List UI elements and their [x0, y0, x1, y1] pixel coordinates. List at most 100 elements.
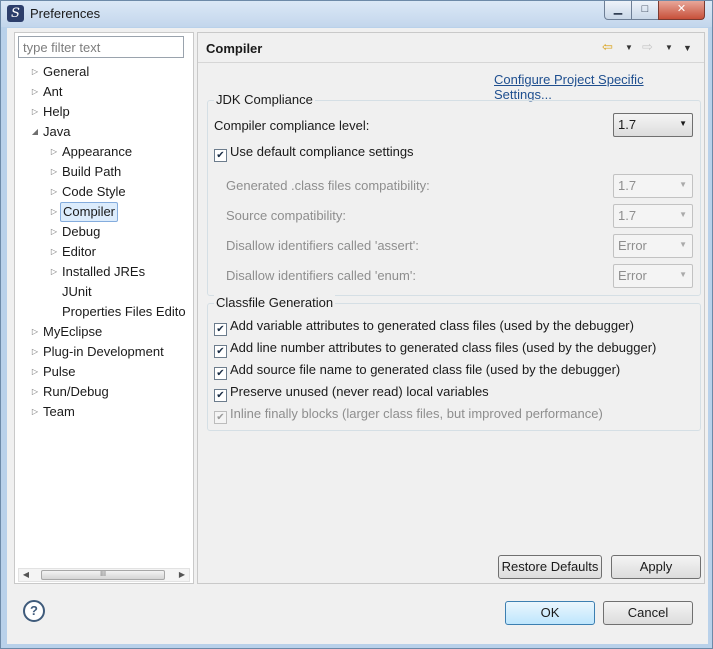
classfile-option-label: Add line number attributes to generated …: [230, 340, 657, 355]
page-header: Compiler ⇦ ▼ ⇨ ▼ ▼: [198, 33, 704, 63]
use-default-compliance-label: Use default compliance settings: [230, 144, 414, 159]
apply-button[interactable]: Apply: [611, 555, 701, 579]
preference-tree-panel: ▷General▷Ant▷Help◢Java▷Appearance▷Build …: [14, 32, 194, 584]
scroll-right-arrow-icon[interactable]: ▶: [175, 569, 189, 581]
view-menu-icon[interactable]: ▼: [683, 43, 692, 53]
checkbox-icon: ✔: [214, 323, 227, 336]
filter-input[interactable]: [18, 36, 184, 58]
tree-item-plug-in-development[interactable]: ▷ Plug-in Development: [29, 342, 166, 362]
chevron-down-icon: ▼: [679, 210, 687, 219]
jdk-setting-label: Source compatibility:: [226, 208, 346, 223]
window-title: Preferences: [30, 6, 101, 21]
tree-item-label: Java: [43, 123, 71, 139]
tree-item-java[interactable]: ◢ Java: [29, 122, 72, 142]
tree-item-code-style[interactable]: ▷ Code Style: [48, 182, 128, 202]
tree-item-editor[interactable]: ▷ Editor: [48, 242, 98, 262]
classfile-option-checkbox[interactable]: ✔ Add line number attributes to generated…: [214, 340, 656, 358]
checkbox-icon: ✔: [214, 411, 227, 424]
tree-item-label: Debug: [62, 223, 101, 239]
collapsed-arrow-icon[interactable]: ▷: [48, 143, 60, 161]
tree-item-appearance[interactable]: ▷ Appearance: [48, 142, 134, 162]
tree-item-general[interactable]: ▷ General: [29, 62, 91, 82]
jdk-setting-value: Error: [618, 238, 647, 253]
compliance-level-select[interactable]: 1.7 ▼: [613, 113, 693, 137]
tree-item-label: General: [43, 63, 90, 79]
tree-item-label: Compiler: [60, 202, 119, 222]
classfile-option-label: Preserve unused (never read) local varia…: [230, 384, 489, 399]
maximize-button[interactable]: □: [631, 1, 659, 20]
collapsed-arrow-icon[interactable]: ▷: [29, 103, 41, 121]
configure-project-settings-link[interactable]: Configure Project Specific Settings...: [494, 72, 704, 102]
tree-item-label: Appearance: [62, 143, 133, 159]
collapsed-arrow-icon[interactable]: ▷: [48, 203, 60, 221]
collapsed-arrow-icon[interactable]: ▷: [48, 163, 60, 181]
collapsed-arrow-icon[interactable]: ▷: [48, 263, 60, 281]
minimize-button[interactable]: ▁: [604, 1, 632, 20]
title-bar[interactable]: S Preferences ▁ □ ✕: [1, 1, 712, 27]
jdk-setting-label: Disallow identifiers called 'enum':: [226, 268, 416, 283]
help-icon[interactable]: ?: [23, 600, 45, 622]
tree-item-team[interactable]: ▷ Team: [29, 402, 77, 422]
classfile-option-label: Inline finally blocks (larger class file…: [230, 406, 603, 421]
jdk-setting-label: Generated .class files compatibility:: [226, 178, 430, 193]
restore-defaults-button[interactable]: Restore Defaults: [498, 555, 602, 579]
collapsed-arrow-icon[interactable]: ▷: [48, 183, 60, 201]
expanded-arrow-icon[interactable]: ◢: [29, 123, 41, 141]
tree-item-pulse[interactable]: ▷ Pulse: [29, 362, 78, 382]
forward-arrow-icon[interactable]: ⇨: [642, 39, 653, 55]
classfile-option-checkbox[interactable]: ✔ Add variable attributes to generated cl…: [214, 318, 634, 336]
back-history-dropdown-icon[interactable]: ▼: [625, 43, 633, 52]
jdk-setting-value: 1.7: [618, 178, 637, 193]
tree-item-properties-files-edito[interactable]: Properties Files Edito: [48, 302, 188, 322]
compliance-level-value: 1.7: [618, 117, 637, 132]
collapsed-arrow-icon[interactable]: ▷: [48, 243, 60, 261]
tree-item-installed-jres[interactable]: ▷ Installed JREs: [48, 262, 147, 282]
tree-item-build-path[interactable]: ▷ Build Path: [48, 162, 123, 182]
tree-item-label: Team: [43, 403, 75, 419]
tree-item-label: Build Path: [62, 163, 122, 179]
close-button[interactable]: ✕: [658, 1, 705, 20]
chevron-down-icon: ▼: [679, 240, 687, 249]
ok-button[interactable]: OK: [505, 601, 595, 625]
tree-item-run-debug[interactable]: ▷ Run/Debug: [29, 382, 111, 402]
collapsed-arrow-icon[interactable]: ▷: [29, 83, 41, 101]
horizontal-scrollbar[interactable]: ◀ III ▶: [18, 568, 190, 582]
tree-item-junit[interactable]: JUnit: [48, 282, 94, 302]
forward-history-dropdown-icon[interactable]: ▼: [665, 43, 673, 52]
classfile-option-checkbox[interactable]: ✔ Preserve unused (never read) local vari…: [214, 384, 489, 402]
jdk-setting-value: Error: [618, 268, 647, 283]
classfile-option-label: Add variable attributes to generated cla…: [230, 318, 634, 333]
tree-item-debug[interactable]: ▷ Debug: [48, 222, 102, 242]
collapsed-arrow-icon[interactable]: ▷: [29, 343, 41, 361]
classfile-option-label: Add source file name to generated class …: [230, 362, 621, 377]
tree-item-label: Installed JREs: [62, 263, 146, 279]
tree-item-compiler[interactable]: ▷ Compiler: [48, 202, 119, 222]
classfile-option-checkbox[interactable]: ✔ Add source file name to generated class…: [214, 362, 620, 380]
jdk-setting-select[interactable]: Error ▼: [613, 234, 693, 258]
collapsed-arrow-icon[interactable]: ▷: [48, 223, 60, 241]
preferences-window: S Preferences ▁ □ ✕ ▷General▷Ant▷Help◢Ja…: [0, 0, 713, 649]
jdk-setting-value: 1.7: [618, 208, 637, 223]
use-default-compliance-checkbox[interactable]: ✔ Use default compliance settings: [214, 144, 414, 162]
collapsed-arrow-icon[interactable]: ▷: [29, 63, 41, 81]
collapsed-arrow-icon[interactable]: ▷: [29, 323, 41, 341]
jdk-setting-select[interactable]: 1.7 ▼: [613, 204, 693, 228]
back-arrow-icon[interactable]: ⇦: [602, 39, 613, 55]
tree-item-ant[interactable]: ▷ Ant: [29, 82, 65, 102]
collapsed-arrow-icon[interactable]: ▷: [29, 403, 41, 421]
classfile-generation-title: Classfile Generation: [214, 295, 336, 310]
scroll-left-arrow-icon[interactable]: ◀: [19, 569, 33, 581]
tree-item-help[interactable]: ▷ Help: [29, 102, 72, 122]
tree-item-label: Run/Debug: [43, 383, 109, 399]
jdk-setting-select[interactable]: 1.7 ▼: [613, 174, 693, 198]
cancel-button[interactable]: Cancel: [603, 601, 693, 625]
scroll-thumb[interactable]: III: [41, 570, 165, 580]
jdk-setting-select[interactable]: Error ▼: [613, 264, 693, 288]
collapsed-arrow-icon[interactable]: ▷: [29, 383, 41, 401]
collapsed-arrow-icon[interactable]: ▷: [29, 363, 41, 381]
tree-item-label: JUnit: [62, 283, 92, 299]
tree-item-label: MyEclipse: [43, 323, 103, 339]
tree-item-myeclipse[interactable]: ▷ MyEclipse: [29, 322, 104, 342]
chevron-down-icon: ▼: [679, 180, 687, 189]
checkbox-icon: ✔: [214, 367, 227, 380]
